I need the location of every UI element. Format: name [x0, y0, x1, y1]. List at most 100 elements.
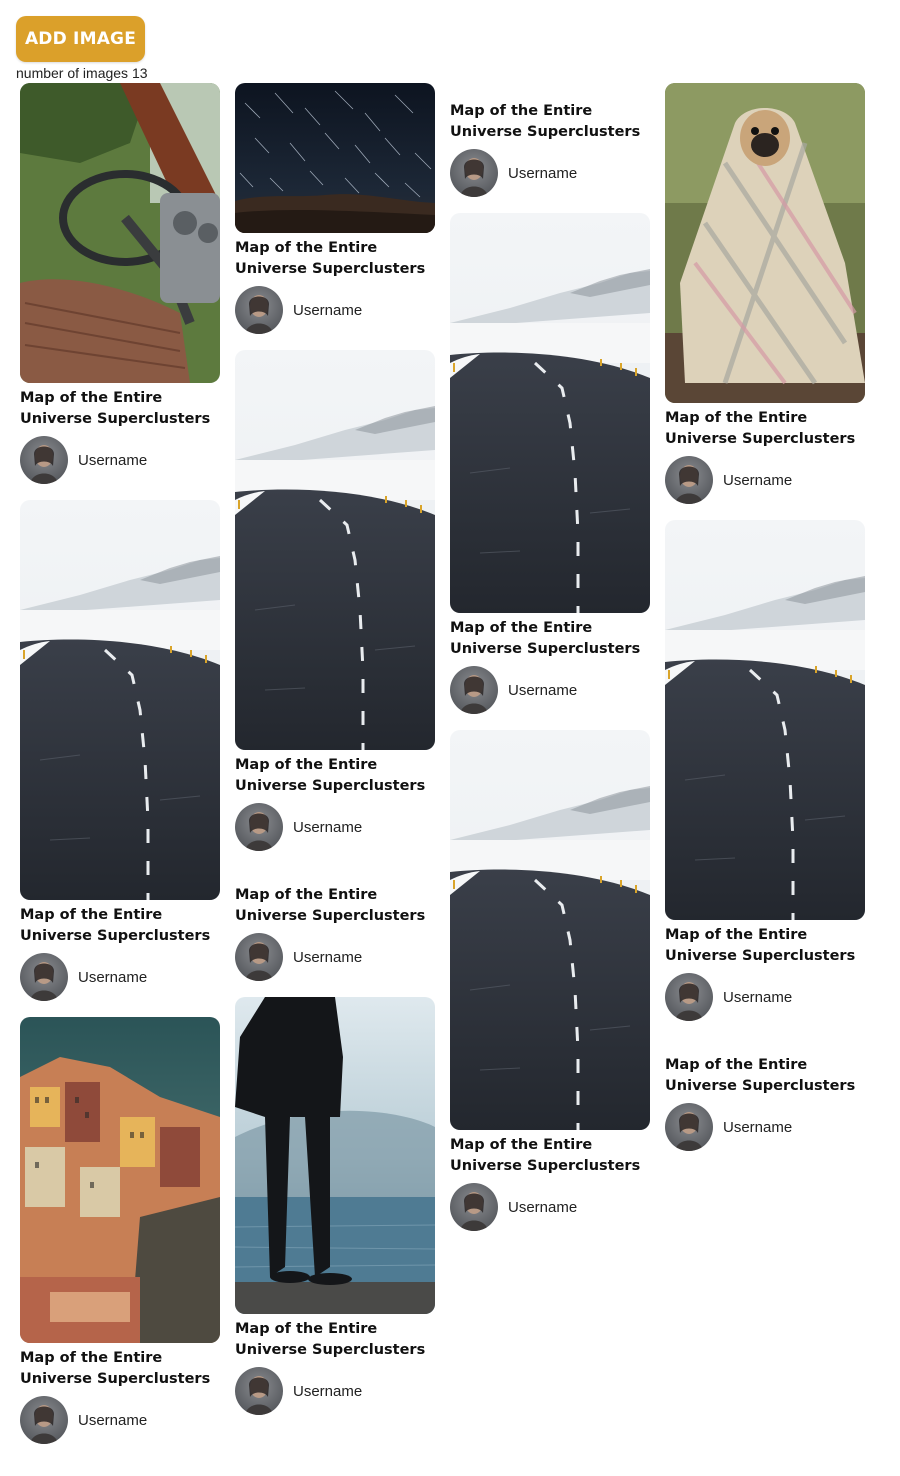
pin-title-line: Universe Superclusters	[235, 1342, 426, 1358]
avatar[interactable]	[20, 436, 68, 484]
avatar[interactable]	[450, 666, 498, 714]
pin-image-vintage-car-interior[interactable]	[20, 83, 220, 383]
pin-author[interactable]: Username	[450, 149, 650, 197]
pin-card[interactable]: Map of the Entire Universe Superclusters …	[450, 213, 650, 714]
pin-title-line: Map of the Entire	[235, 1321, 378, 1337]
pin-title: Map of the Entire Universe Superclusters	[450, 101, 650, 143]
pin-image-star-trails[interactable]	[235, 83, 435, 233]
avatar[interactable]	[20, 953, 68, 1001]
pin-author[interactable]: Username	[20, 953, 220, 1001]
pin-title-line: Map of the Entire	[450, 103, 593, 119]
pin-title-line: Universe Superclusters	[665, 1078, 856, 1094]
username[interactable]: Username	[508, 165, 577, 182]
avatar[interactable]	[235, 803, 283, 851]
pin-card[interactable]: Map of the Entire Universe Superclusters …	[235, 83, 435, 334]
pin-title-line: Map of the Entire	[665, 1057, 808, 1073]
pin-image-snowy-road[interactable]	[665, 520, 865, 920]
pin-author[interactable]: Username	[20, 1396, 220, 1444]
username[interactable]: Username	[723, 1119, 792, 1136]
pin-card[interactable]: Map of the Entire Universe Superclusters …	[20, 1017, 220, 1444]
avatar[interactable]	[235, 286, 283, 334]
pin-author[interactable]: Username	[235, 803, 435, 851]
pin-title-line: Map of the Entire	[235, 887, 378, 903]
pin-title-line: Map of the Entire	[450, 620, 593, 636]
username[interactable]: Username	[293, 819, 362, 836]
pin-card[interactable]: Map of the Entire Universe Superclusters …	[235, 350, 435, 851]
username[interactable]: Username	[723, 472, 792, 489]
pin-title: Map of the Entire Universe Superclusters	[20, 388, 220, 430]
pin-title-line: Universe Superclusters	[450, 641, 641, 657]
masonry-column: Map of the Entire Universe Superclusters …	[235, 83, 435, 1415]
avatar[interactable]	[665, 973, 713, 1021]
pin-card[interactable]: Map of the Entire Universe Superclusters …	[665, 83, 865, 504]
pin-title-line: Map of the Entire	[20, 390, 163, 406]
pin-title-line: Universe Superclusters	[450, 1158, 641, 1174]
username[interactable]: Username	[508, 682, 577, 699]
pin-card[interactable]: Map of the Entire Universe Superclusters …	[235, 997, 435, 1415]
pin-title-line: Universe Superclusters	[235, 908, 426, 924]
pin-title-line: Map of the Entire	[665, 927, 808, 943]
pin-image-snowy-road[interactable]	[235, 350, 435, 750]
pin-title: Map of the Entire Universe Superclusters	[20, 905, 220, 947]
pin-image-snowy-road[interactable]	[20, 500, 220, 900]
pin-title: Map of the Entire Universe Superclusters	[235, 238, 435, 280]
username[interactable]: Username	[293, 1383, 362, 1400]
pin-author[interactable]: Username	[235, 1367, 435, 1415]
pin-card[interactable]: Map of the Entire Universe Superclusters …	[20, 83, 220, 484]
image-count-value: 13	[131, 65, 148, 81]
pin-image-man-by-misty-lake[interactable]	[235, 997, 435, 1314]
pin-title: Map of the Entire Universe Superclusters	[665, 1055, 865, 1097]
masonry-column: Map of the Entire Universe Superclusters …	[450, 101, 650, 1231]
pin-author[interactable]: Username	[235, 286, 435, 334]
add-image-button[interactable]: ADD IMAGE	[16, 16, 145, 62]
pin-author[interactable]: Username	[450, 1183, 650, 1231]
avatar[interactable]	[665, 456, 713, 504]
avatar[interactable]	[450, 149, 498, 197]
avatar[interactable]	[665, 1103, 713, 1151]
pin-card[interactable]: Map of the Entire Universe Superclusters …	[665, 520, 865, 1021]
pin-title-line: Map of the Entire	[235, 757, 378, 773]
pin-title-line: Map of the Entire	[665, 410, 808, 426]
avatar[interactable]	[235, 1367, 283, 1415]
pin-card[interactable]: Map of the Entire Universe Superclusters …	[665, 1055, 865, 1151]
pin-title: Map of the Entire Universe Superclusters	[665, 925, 865, 967]
pin-author[interactable]: Username	[665, 456, 865, 504]
masonry-column: Map of the Entire Universe Superclusters …	[665, 83, 865, 1151]
pin-image-cliff-village[interactable]	[20, 1017, 220, 1343]
pin-title: Map of the Entire Universe Superclusters	[665, 408, 865, 450]
pin-title-line: Map of the Entire	[20, 907, 163, 923]
image-count: number of images 13	[16, 65, 148, 81]
pin-title-line: Universe Superclusters	[20, 928, 211, 944]
username[interactable]: Username	[78, 1412, 147, 1429]
avatar[interactable]	[235, 933, 283, 981]
username[interactable]: Username	[78, 969, 147, 986]
avatar[interactable]	[20, 1396, 68, 1444]
pin-title-line: Universe Superclusters	[235, 261, 426, 277]
pin-author[interactable]: Username	[665, 973, 865, 1021]
username[interactable]: Username	[293, 949, 362, 966]
pin-title-line: Universe Superclusters	[235, 778, 426, 794]
pin-card[interactable]: Map of the Entire Universe Superclusters …	[450, 101, 650, 197]
pin-image-snowy-road[interactable]	[450, 213, 650, 613]
pin-author[interactable]: Username	[450, 666, 650, 714]
pin-author[interactable]: Username	[665, 1103, 865, 1151]
pin-image-snowy-road[interactable]	[450, 730, 650, 1130]
pin-author[interactable]: Username	[235, 933, 435, 981]
pin-card[interactable]: Map of the Entire Universe Superclusters …	[450, 730, 650, 1231]
username[interactable]: Username	[723, 989, 792, 1006]
pin-title-line: Map of the Entire	[20, 1350, 163, 1366]
username[interactable]: Username	[293, 302, 362, 319]
pin-title: Map of the Entire Universe Superclusters	[235, 755, 435, 797]
pin-title-line: Universe Superclusters	[20, 1371, 211, 1387]
username[interactable]: Username	[78, 452, 147, 469]
masonry-column: Map of the Entire Universe Superclusters …	[20, 83, 220, 1444]
pin-title-line: Universe Superclusters	[665, 431, 856, 447]
username[interactable]: Username	[508, 1199, 577, 1216]
pin-title-line: Map of the Entire	[450, 1137, 593, 1153]
pin-card[interactable]: Map of the Entire Universe Superclusters …	[20, 500, 220, 1001]
pin-card[interactable]: Map of the Entire Universe Superclusters …	[235, 885, 435, 981]
pin-image-pug-in-blanket[interactable]	[665, 83, 865, 403]
pin-title: Map of the Entire Universe Superclusters	[235, 885, 435, 927]
avatar[interactable]	[450, 1183, 498, 1231]
pin-author[interactable]: Username	[20, 436, 220, 484]
